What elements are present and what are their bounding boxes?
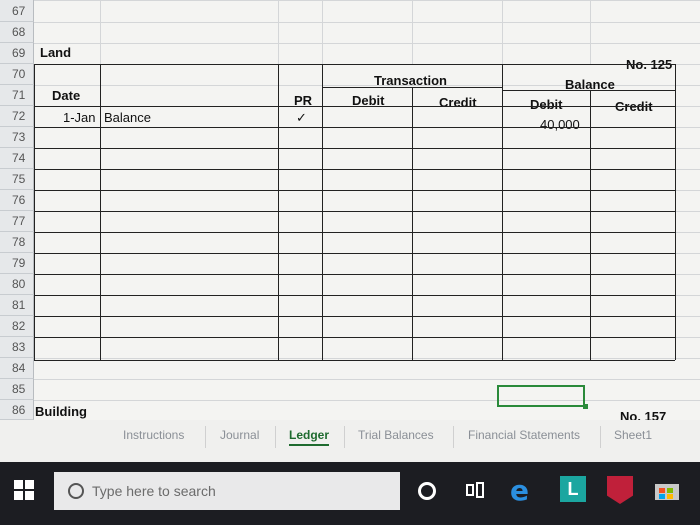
row-header-85[interactable]: 85	[0, 379, 34, 400]
row-header-76[interactable]: 76	[0, 190, 34, 211]
ledger-column-border	[675, 64, 676, 360]
gridline	[278, 0, 279, 64]
row-header-78[interactable]: 78	[0, 232, 34, 253]
edge-icon[interactable]: e	[510, 474, 529, 507]
ledger-column-border	[34, 64, 35, 360]
ledger-row-border	[34, 64, 675, 65]
tab-financial-statements[interactable]: Financial Statements	[468, 428, 580, 442]
ledger-row-border	[34, 232, 675, 233]
transaction-header: Transaction	[374, 73, 447, 88]
building-title: Building	[35, 404, 87, 419]
row-header-71[interactable]: 71	[0, 85, 34, 106]
entry-date[interactable]: 1-Jan	[63, 110, 96, 125]
windows-icon[interactable]	[14, 480, 34, 500]
gridline	[502, 0, 503, 64]
ledger-column-border	[412, 87, 413, 360]
tab-instructions[interactable]: Instructions	[123, 428, 184, 442]
tab-ledger[interactable]: Ledger	[289, 428, 330, 446]
row-header-81[interactable]: 81	[0, 295, 34, 316]
search-icon	[68, 483, 84, 499]
ledger-subheader-border	[502, 90, 675, 91]
row-header-74[interactable]: 74	[0, 148, 34, 169]
sheet-tab-bar: Instructions Journal Ledger Trial Balanc…	[0, 420, 700, 462]
gridline	[34, 22, 700, 23]
row-header-80[interactable]: 80	[0, 274, 34, 295]
row-header-77[interactable]: 77	[0, 211, 34, 232]
ledger-column-border	[278, 64, 279, 360]
ledger-column-border	[502, 64, 503, 360]
tab-sheet1[interactable]: Sheet1	[614, 428, 652, 442]
store-icon[interactable]	[655, 478, 679, 500]
entry-description[interactable]: Balance	[104, 110, 151, 125]
fill-handle[interactable]	[583, 404, 588, 409]
cortana-icon[interactable]	[418, 482, 436, 500]
ledger-column-border	[322, 64, 323, 87]
row-header-69[interactable]: 69	[0, 43, 34, 64]
entry-pr-checkmark[interactable]: ✓	[296, 110, 307, 126]
selected-cell[interactable]	[497, 385, 585, 407]
gridline	[34, 358, 700, 359]
tab-journal[interactable]: Journal	[220, 428, 259, 442]
gridline	[34, 0, 700, 1]
row-header-79[interactable]: 79	[0, 253, 34, 274]
taskbar-search-box[interactable]: Type here to search	[54, 472, 400, 510]
ledger-row-border	[34, 274, 675, 275]
ledger-row-border	[34, 148, 675, 149]
ledger-row-border	[34, 360, 675, 361]
date-header: Date	[52, 88, 81, 103]
ledger-row-border	[34, 106, 675, 107]
ledger-column-border	[322, 87, 323, 360]
search-placeholder: Type here to search	[92, 483, 216, 499]
gridline	[34, 43, 700, 44]
gridline	[34, 379, 700, 380]
ledger-row-border	[34, 190, 675, 191]
ledger-row-border	[34, 295, 675, 296]
gridline	[412, 0, 413, 64]
windows-taskbar: Type here to search e L	[0, 462, 700, 525]
row-header-75[interactable]: 75	[0, 169, 34, 190]
tab-separator	[344, 426, 345, 448]
row-header-86[interactable]: 86	[0, 400, 34, 420]
ledger-column-border	[590, 90, 591, 360]
row-header-67[interactable]: 67	[0, 0, 34, 22]
gridline	[322, 0, 323, 64]
entry-balance-debit[interactable]: 40,000	[540, 117, 580, 132]
transaction-credit-header: Credit	[439, 95, 477, 110]
row-header-82[interactable]: 82	[0, 316, 34, 337]
row-header-73[interactable]: 73	[0, 127, 34, 148]
task-view-icon[interactable]	[466, 482, 484, 498]
tab-trial-balances[interactable]: Trial Balances	[358, 428, 434, 442]
app-l-icon[interactable]: L	[560, 476, 586, 502]
mcafee-icon[interactable]	[607, 476, 633, 504]
row-header-83[interactable]: 83	[0, 337, 34, 358]
land-title: Land	[40, 45, 72, 60]
tab-separator	[453, 426, 454, 448]
ledger-row-border	[34, 127, 675, 128]
row-header-68[interactable]: 68	[0, 22, 34, 43]
tab-separator	[275, 426, 276, 448]
gridline	[34, 400, 700, 401]
ledger-row-border	[34, 337, 675, 338]
gridline	[590, 0, 591, 64]
tab-separator	[205, 426, 206, 448]
gridline	[100, 0, 101, 64]
ledger-row-border	[34, 211, 675, 212]
tab-separator	[600, 426, 601, 448]
ledger-row-border	[34, 316, 675, 317]
balance-debit-header: Debit	[530, 97, 563, 112]
spreadsheet-area: 67 68 69 70 71 72 73 74 75 76 77 78 79 80 81 82 83 84 85 86…	[0, 0, 700, 462]
row-header-84[interactable]: 84	[0, 358, 34, 379]
ledger-row-border	[34, 253, 675, 254]
row-header-72[interactable]: 72	[0, 106, 34, 127]
ledger-row-border	[34, 169, 675, 170]
row-header-70[interactable]: 70	[0, 64, 34, 85]
ledger-column-border	[100, 64, 101, 360]
